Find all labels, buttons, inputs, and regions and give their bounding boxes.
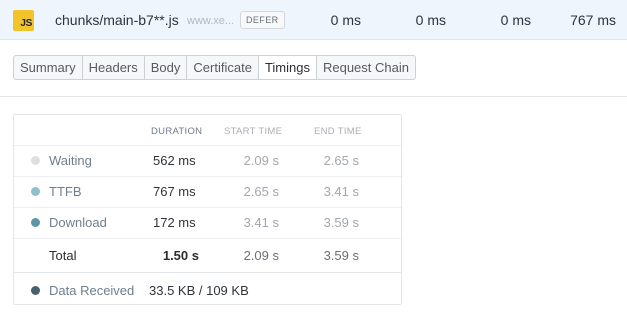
total-label: Total	[49, 248, 77, 263]
request-row[interactable]: JS chunks/main-b7**.js www.xe... DEFER 0…	[0, 0, 627, 40]
data-received-dot-icon	[31, 286, 40, 295]
total-start: 2.09 s	[243, 248, 279, 263]
tab-headers[interactable]: Headers	[83, 56, 145, 79]
timing-end: 2.65 s	[323, 153, 359, 168]
request-metric-1: 0 ms	[330, 12, 361, 28]
timing-row-download: Download 172 ms 3.41 s 3.59 s	[14, 207, 401, 238]
tab-body[interactable]: Body	[145, 56, 188, 79]
js-file-icon: JS	[13, 10, 34, 31]
request-file-name[interactable]: chunks/main-b7**.js	[55, 12, 179, 28]
column-header-start-time: START TIME	[224, 126, 283, 137]
timing-start: 3.41 s	[243, 215, 279, 230]
column-header-end-time: END TIME	[314, 126, 362, 137]
timing-label: Download	[49, 215, 107, 230]
data-received-value: 33.5 KB / 109 KB	[149, 283, 249, 298]
timing-start: 2.65 s	[243, 184, 279, 199]
tab-timings[interactable]: Timings	[258, 56, 317, 79]
timing-label: TTFB	[49, 184, 82, 199]
column-header-duration: DURATION	[151, 126, 203, 137]
request-metric-4: 767 ms	[570, 12, 616, 28]
data-received-row: Data Received 33.5 KB / 109 KB	[14, 272, 401, 305]
timing-label: Waiting	[49, 153, 92, 168]
tab-certificate[interactable]: Certificate	[187, 56, 259, 79]
timing-duration: 562 ms	[153, 153, 196, 168]
tab-request-chain[interactable]: Request Chain	[317, 56, 415, 79]
timing-row-waiting: Waiting 562 ms 2.09 s 2.65 s	[14, 145, 401, 176]
timing-duration: 767 ms	[153, 184, 196, 199]
timing-end: 3.41 s	[323, 184, 359, 199]
request-host: www.xe...	[187, 15, 235, 27]
timings-table: DURATION START TIME END TIME Waiting 562…	[13, 114, 402, 305]
detail-tabbar: Summary Headers Body Certificate Timings…	[0, 40, 627, 97]
timing-start: 2.09 s	[243, 153, 279, 168]
timing-duration: 172 ms	[153, 215, 196, 230]
data-received-label: Data Received	[49, 283, 135, 298]
total-end: 3.59 s	[323, 248, 359, 263]
defer-badge: DEFER	[240, 11, 285, 29]
timing-row-total: Total 1.50 s 2.09 s 3.59 s	[14, 238, 401, 272]
tab-summary[interactable]: Summary	[14, 56, 83, 79]
request-metric-3: 0 ms	[500, 12, 531, 28]
detail-tabs: Summary Headers Body Certificate Timings…	[13, 55, 416, 80]
download-dot-icon	[31, 218, 40, 227]
ttfb-dot-icon	[31, 187, 40, 196]
total-duration: 1.50 s	[162, 248, 199, 263]
timing-row-ttfb: TTFB 767 ms 2.65 s 3.41 s	[14, 176, 401, 207]
waiting-dot-icon	[31, 156, 40, 165]
timing-end: 3.59 s	[323, 215, 359, 230]
request-metric-2: 0 ms	[415, 12, 446, 28]
